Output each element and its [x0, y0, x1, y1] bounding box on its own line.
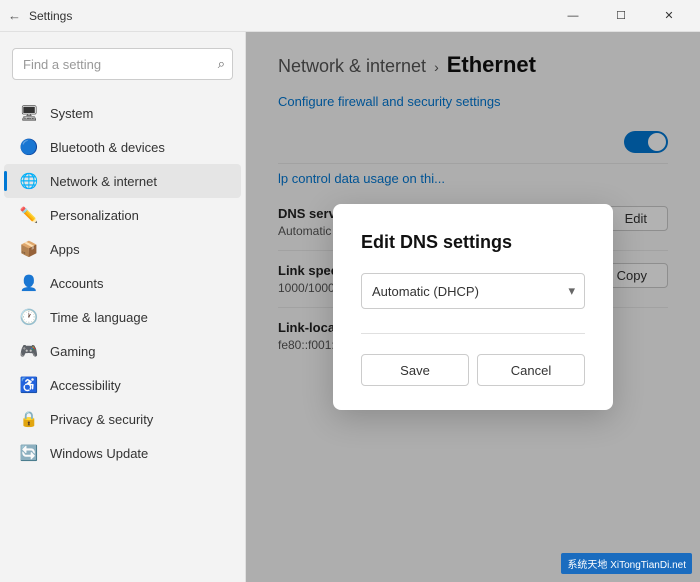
sidebar-item-apps[interactable]: 📦 Apps — [4, 232, 241, 266]
close-button[interactable]: ✕ — [646, 0, 692, 32]
apps-icon: 📦 — [20, 240, 38, 258]
watermark: 系统天地 XiTongTianDi.net — [561, 553, 692, 574]
update-icon: 🔄 — [20, 444, 38, 462]
bluetooth-icon: 🔵 — [20, 138, 38, 156]
sidebar-item-personalization-label: Personalization — [50, 208, 139, 223]
back-icon[interactable]: ← — [8, 8, 21, 23]
dns-mode-select[interactable]: Automatic (DHCP) Manual — [361, 273, 585, 309]
title-bar: ← Settings — ☐ ✕ — [0, 0, 700, 32]
search-box[interactable]: ⌕ — [12, 48, 233, 80]
app-body: ⌕ 🖥 System 🔵 Bluetooth & devices 🌐 Netwo… — [0, 32, 700, 582]
content-area: Network & internet › Ethernet Configure … — [245, 32, 700, 582]
search-input[interactable] — [12, 48, 233, 80]
sidebar-item-apps-label: Apps — [50, 242, 80, 257]
sidebar-item-update[interactable]: 🔄 Windows Update — [4, 436, 241, 470]
sidebar: ⌕ 🖥 System 🔵 Bluetooth & devices 🌐 Netwo… — [0, 32, 245, 582]
minimize-button[interactable]: — — [550, 0, 596, 32]
title-bar-title: Settings — [29, 9, 72, 23]
privacy-icon: 🔒 — [20, 410, 38, 428]
time-icon: 🕐 — [20, 308, 38, 326]
sidebar-item-network-label: Network & internet — [50, 174, 157, 189]
sidebar-item-accessibility-label: Accessibility — [50, 378, 121, 393]
system-icon: 🖥 — [20, 104, 38, 122]
gaming-icon: 🎮 — [20, 342, 38, 360]
title-bar-left: ← Settings — [8, 8, 72, 23]
sidebar-item-network[interactable]: 🌐 Network & internet — [4, 164, 241, 198]
sidebar-item-gaming[interactable]: 🎮 Gaming — [4, 334, 241, 368]
sidebar-item-time-label: Time & language — [50, 310, 148, 325]
sidebar-item-accounts[interactable]: 👤 Accounts — [4, 266, 241, 300]
edit-dns-dialog: Edit DNS settings Automatic (DHCP) Manua… — [333, 204, 613, 410]
sidebar-item-accounts-label: Accounts — [50, 276, 103, 291]
dialog-divider — [361, 333, 585, 334]
sidebar-item-bluetooth[interactable]: 🔵 Bluetooth & devices — [4, 130, 241, 164]
sidebar-item-system[interactable]: 🖥 System — [4, 96, 241, 130]
dialog-buttons: Save Cancel — [361, 354, 585, 386]
dns-dropdown-wrapper[interactable]: Automatic (DHCP) Manual ▾ — [361, 273, 585, 309]
sidebar-item-time[interactable]: 🕐 Time & language — [4, 300, 241, 334]
maximize-button[interactable]: ☐ — [598, 0, 644, 32]
dialog-title: Edit DNS settings — [361, 232, 585, 253]
accessibility-icon: ♿ — [20, 376, 38, 394]
title-bar-controls: — ☐ ✕ — [550, 0, 692, 32]
cancel-button[interactable]: Cancel — [477, 354, 585, 386]
sidebar-item-update-label: Windows Update — [50, 446, 148, 461]
sidebar-item-privacy[interactable]: 🔒 Privacy & security — [4, 402, 241, 436]
search-icon: ⌕ — [218, 56, 225, 72]
personalization-icon: ✏️ — [20, 206, 38, 224]
dialog-overlay: Edit DNS settings Automatic (DHCP) Manua… — [246, 32, 700, 582]
sidebar-item-gaming-label: Gaming — [50, 344, 96, 359]
sidebar-item-personalization[interactable]: ✏️ Personalization — [4, 198, 241, 232]
sidebar-item-privacy-label: Privacy & security — [50, 412, 153, 427]
sidebar-item-system-label: System — [50, 106, 93, 121]
sidebar-item-bluetooth-label: Bluetooth & devices — [50, 140, 165, 155]
accounts-icon: 👤 — [20, 274, 38, 292]
network-icon: 🌐 — [20, 172, 38, 190]
sidebar-item-accessibility[interactable]: ♿ Accessibility — [4, 368, 241, 402]
save-button[interactable]: Save — [361, 354, 469, 386]
